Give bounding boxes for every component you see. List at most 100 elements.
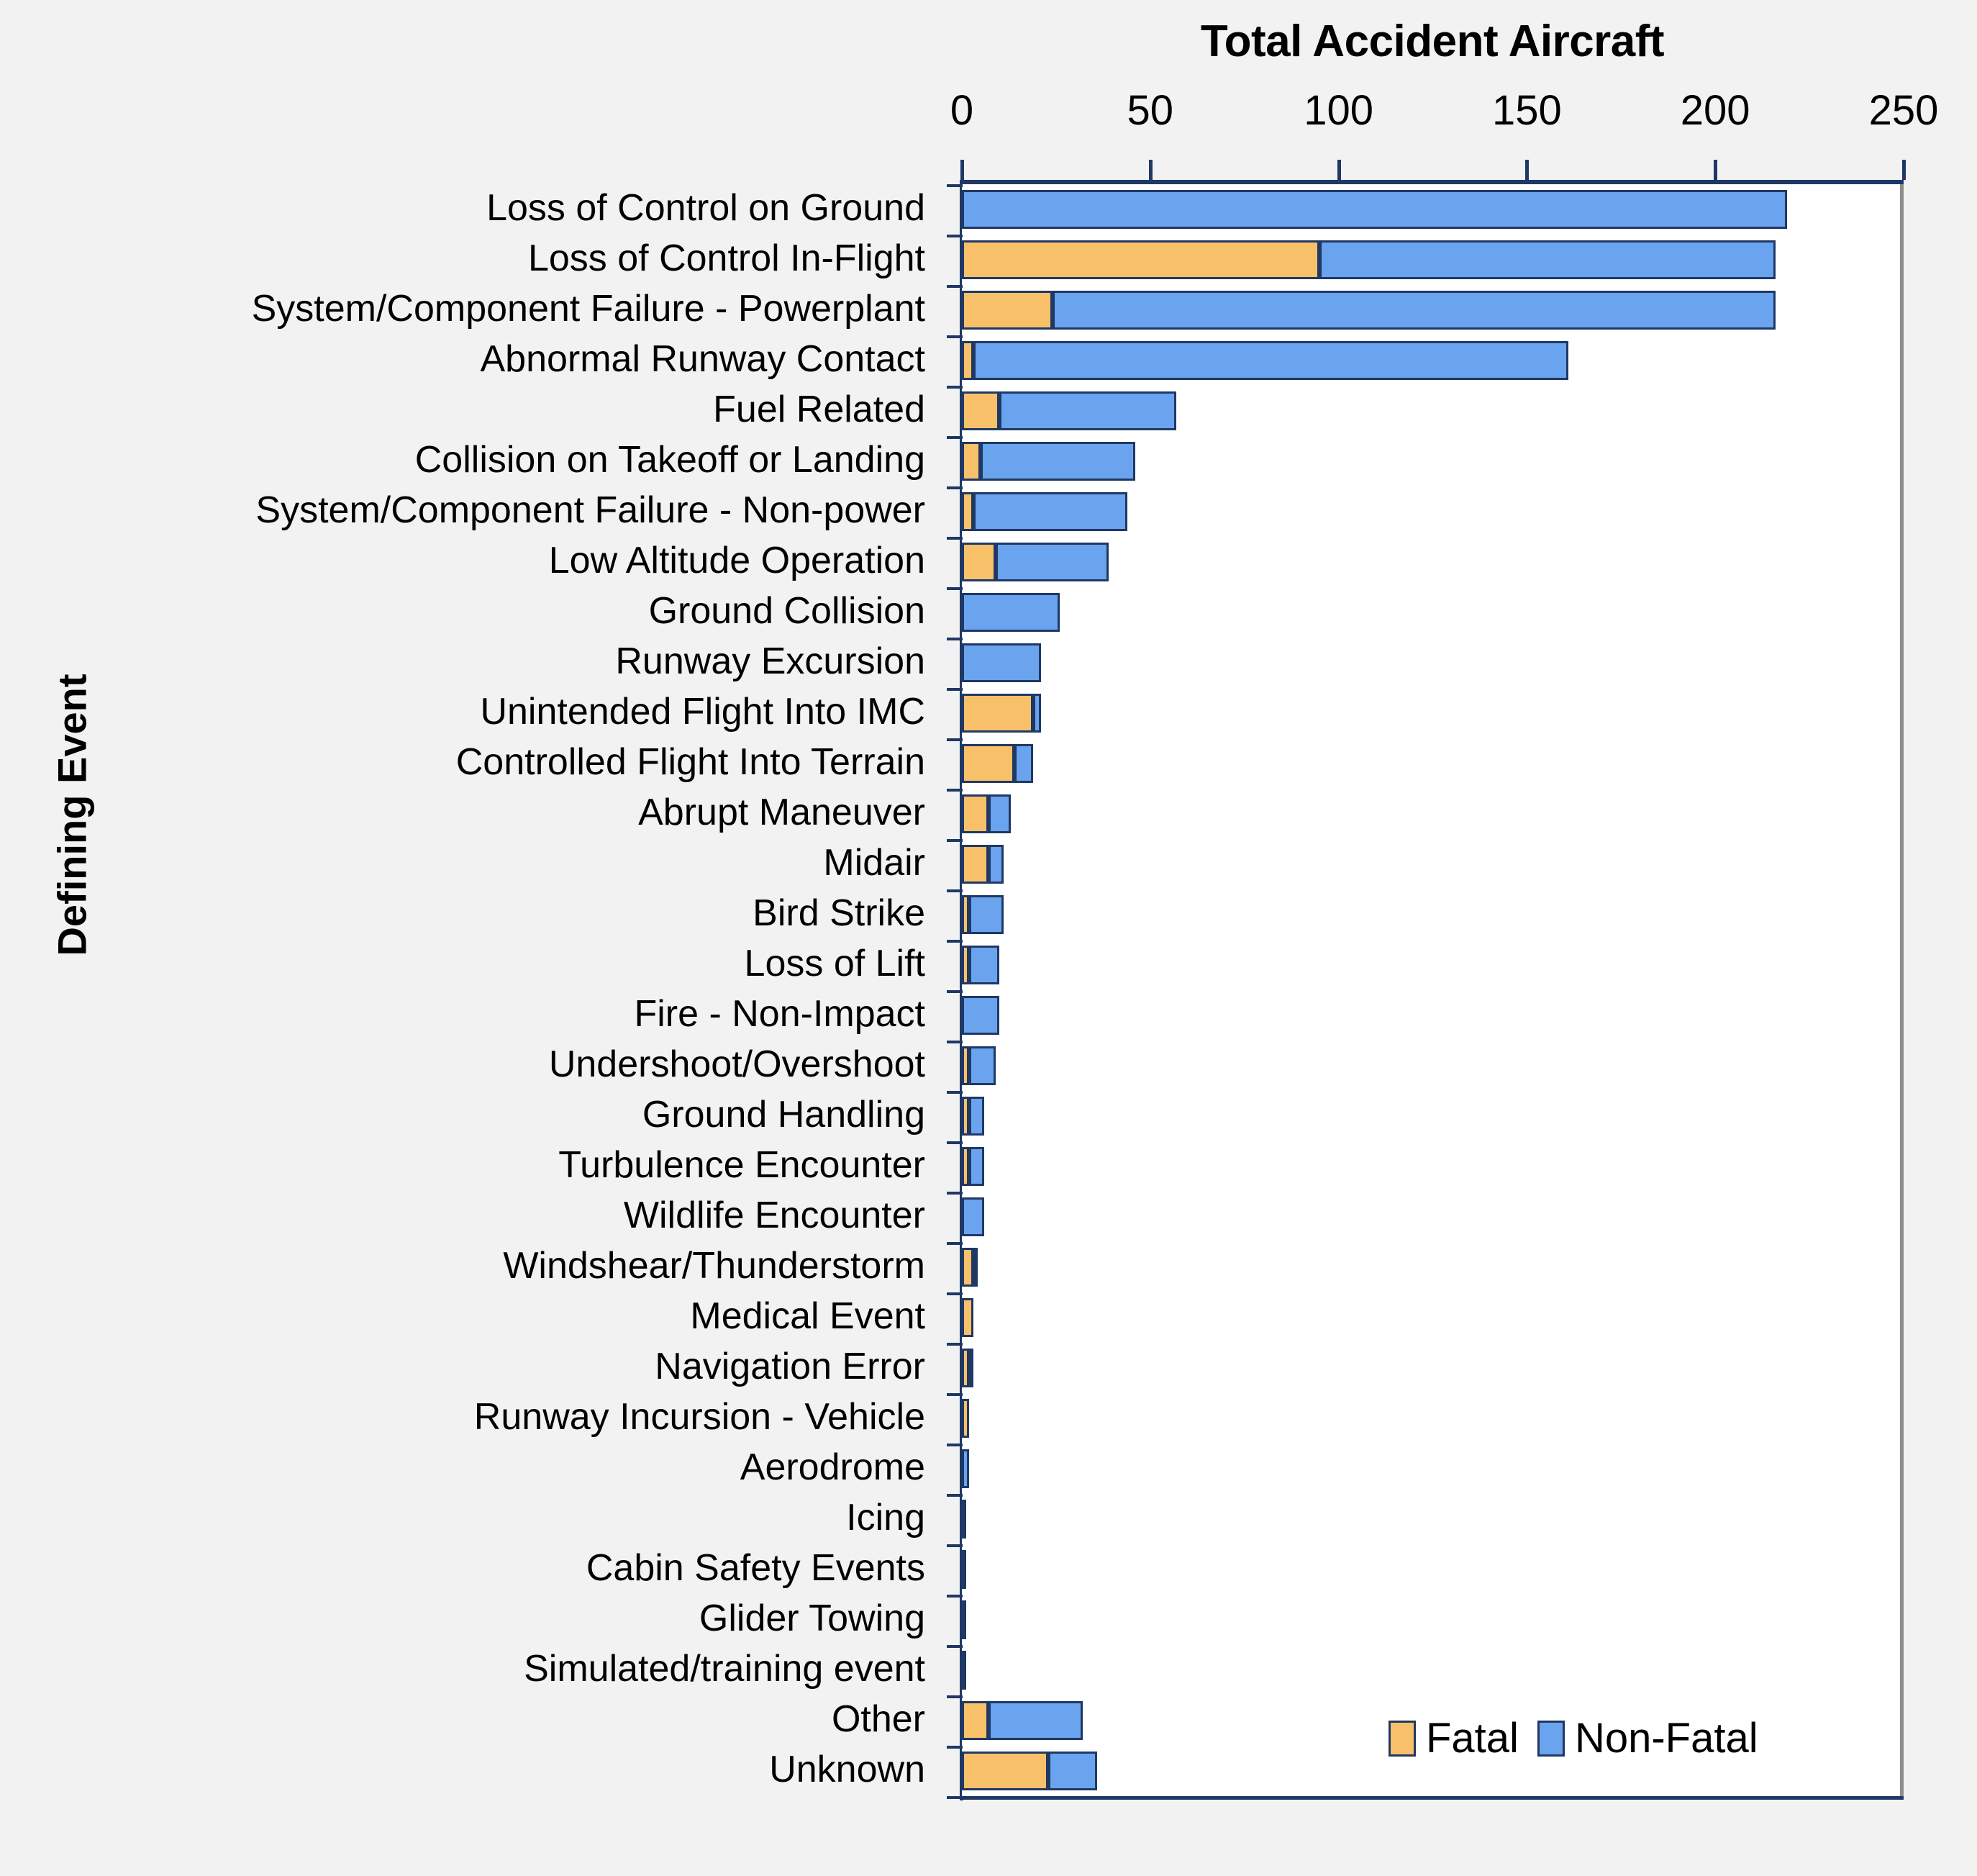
bar-segment-non-fatal[interactable] [1048,1752,1098,1790]
bar-segment-fatal[interactable] [962,1500,966,1539]
bar-segment-fatal[interactable] [962,1752,1049,1790]
legend-swatch-non-fatal [1537,1720,1565,1757]
bar-row[interactable] [962,1343,1900,1393]
row-band [962,1292,1900,1343]
bar-segment-non-fatal[interactable] [962,1651,966,1690]
bar-segment-non-fatal[interactable] [962,1600,966,1639]
bar-row[interactable] [962,789,1900,839]
bar-segment-fatal[interactable] [962,694,1034,733]
bar-row[interactable] [962,1393,1900,1444]
bar-segment-non-fatal[interactable] [969,1097,985,1136]
bar-segment-fatal[interactable] [962,1046,970,1085]
bar-row[interactable] [962,1041,1900,1091]
bar-row[interactable] [962,738,1900,789]
y-category-label: Navigation Error [655,1346,925,1387]
bar-segment-non-fatal[interactable] [969,1147,985,1186]
bar-segment-non-fatal[interactable] [973,1248,978,1287]
bar-segment-non-fatal[interactable] [962,643,1041,682]
bar-row[interactable] [962,990,1900,1041]
bar-segment-non-fatal[interactable] [1052,291,1776,330]
bar-row[interactable] [962,1595,1900,1645]
legend-entry-non-fatal[interactable]: Non-Fatal [1537,1714,1758,1762]
bar-row[interactable] [962,1494,1900,1544]
bar-row[interactable] [962,1444,1900,1494]
bar-segment-fatal[interactable] [962,1298,973,1337]
bar-segment-non-fatal[interactable] [981,442,1135,481]
bar-segment-non-fatal[interactable] [1319,240,1776,279]
y-tick-mark [947,1091,963,1094]
bar-segment-fatal[interactable] [962,1147,970,1186]
bar-segment-fatal[interactable] [962,895,970,934]
bar-row[interactable] [962,386,1900,436]
bar-row[interactable] [962,1141,1900,1192]
bar-segment-non-fatal[interactable] [973,492,1128,531]
bar-segment-non-fatal[interactable] [999,391,1177,430]
bar-row[interactable] [962,1645,1900,1695]
bar-segment-non-fatal[interactable] [969,1349,974,1387]
bar-row[interactable] [962,1544,1900,1595]
y-category-label: Runway Excursion [615,640,925,682]
bar-segment-fatal[interactable] [962,1097,970,1136]
bar-row[interactable] [962,1292,1900,1343]
bar-segment-fatal[interactable] [962,946,970,984]
bar-segment-non-fatal[interactable] [996,543,1109,581]
bar-segment-non-fatal[interactable] [1033,694,1041,733]
y-tick-mark [947,1796,963,1799]
bar-segment-fatal[interactable] [962,391,1000,430]
y-tick-mark [947,940,963,943]
bar-segment-non-fatal[interactable] [962,1449,970,1488]
y-axis-category-labels: Loss of Control on Ground Loss of Control… [0,184,942,1796]
bar-segment-fatal[interactable] [962,492,973,531]
bar-row[interactable] [962,1242,1900,1292]
bar-segment-fatal[interactable] [962,1399,970,1438]
bar-segment-non-fatal[interactable] [988,845,1004,884]
bar-segment-fatal[interactable] [962,291,1053,330]
bar-row[interactable] [962,839,1900,889]
bar-row[interactable] [962,1091,1900,1141]
bar-segment-non-fatal[interactable] [962,1550,966,1589]
bar-row[interactable] [962,184,1900,235]
bar-segment-non-fatal[interactable] [962,190,1787,229]
bar-segment-fatal[interactable] [962,341,973,380]
bar-segment-non-fatal[interactable] [988,794,1012,833]
bar-segment-non-fatal[interactable] [962,996,1000,1035]
bar-row[interactable] [962,285,1900,335]
bar-segment-non-fatal[interactable] [962,1197,985,1236]
row-band [962,889,1900,940]
bar-segment-fatal[interactable] [962,240,1320,279]
bar-row[interactable] [962,1192,1900,1242]
bar-row[interactable] [962,486,1900,537]
bar-row[interactable] [962,638,1900,688]
bar-segment-non-fatal[interactable] [1014,744,1034,783]
bar-segment-non-fatal[interactable] [973,341,1568,380]
bar-segment-non-fatal[interactable] [969,946,1000,984]
y-tick-mark [947,688,963,691]
bar-segment-non-fatal[interactable] [988,1701,1083,1740]
legend-entry-fatal[interactable]: Fatal [1389,1714,1519,1762]
bar-segment-fatal[interactable] [962,1349,970,1387]
bar-row[interactable] [962,235,1900,285]
bar-segment-fatal[interactable] [962,1248,973,1287]
bar-row[interactable] [962,537,1900,587]
bar-segment-fatal[interactable] [962,1701,988,1740]
bar-segment-fatal[interactable] [962,543,996,581]
bar-segment-fatal[interactable] [962,442,981,481]
bar-row[interactable] [962,940,1900,990]
bar-segment-non-fatal[interactable] [969,1046,996,1085]
chart-title: Total Accident Aircraft [1200,17,1665,66]
y-tick-mark [947,537,963,540]
bar-row[interactable] [962,335,1900,386]
y-category-label: Loss of Lift [744,943,925,984]
y-category-label: Abrupt Maneuver [638,792,925,833]
bar-row[interactable] [962,436,1900,486]
bar-segment-fatal[interactable] [962,845,988,884]
bar-segment-fatal[interactable] [962,794,988,833]
y-tick-mark [947,386,963,389]
y-category-label: Aerodrome [740,1446,925,1488]
bar-row[interactable] [962,688,1900,738]
bar-segment-non-fatal[interactable] [969,895,1004,934]
bar-row[interactable] [962,587,1900,638]
bar-segment-fatal[interactable] [962,744,1015,783]
bar-segment-non-fatal[interactable] [962,593,1060,632]
bar-row[interactable] [962,889,1900,940]
